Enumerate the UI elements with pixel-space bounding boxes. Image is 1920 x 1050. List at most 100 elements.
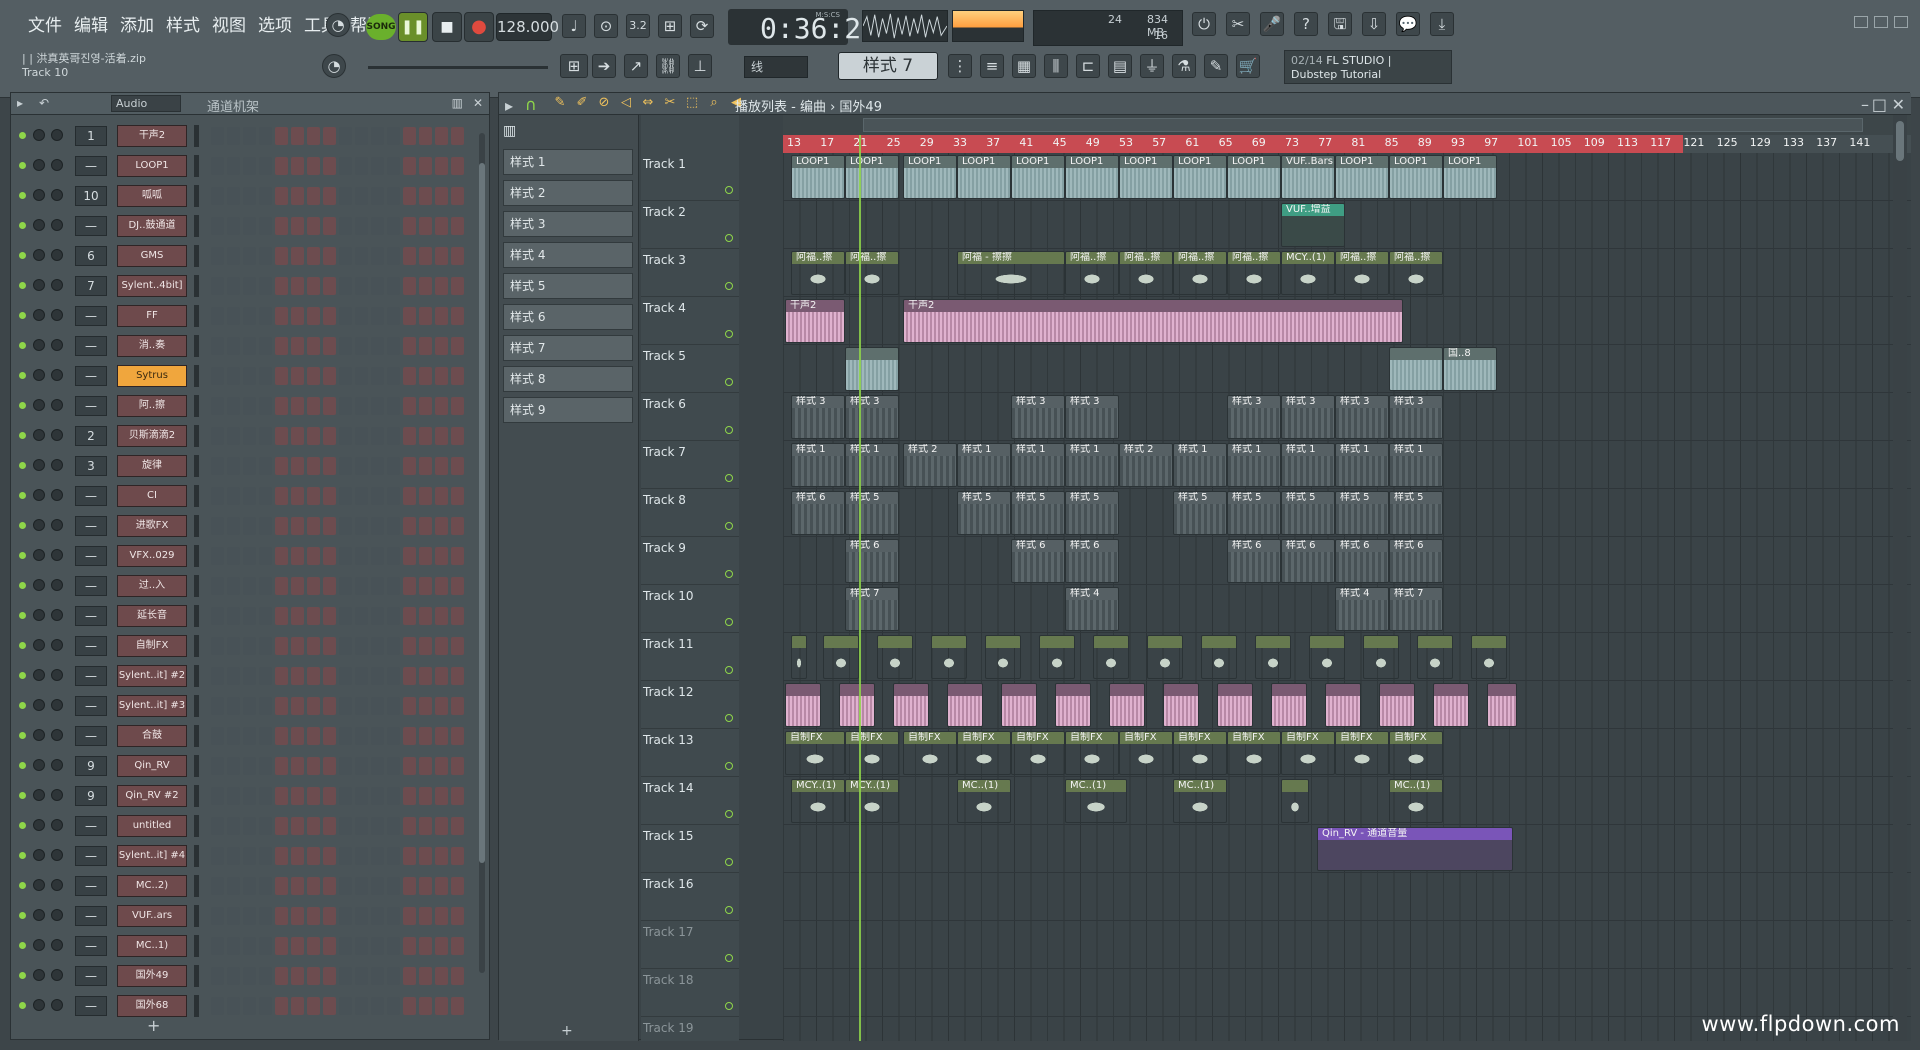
step-button[interactable] xyxy=(211,667,224,685)
step-button[interactable] xyxy=(259,847,272,865)
step-button[interactable] xyxy=(323,427,336,445)
step-button[interactable] xyxy=(371,787,384,805)
step-button[interactable] xyxy=(371,577,384,595)
step-button[interactable] xyxy=(211,127,224,145)
step-button[interactable] xyxy=(227,817,240,835)
step-button[interactable] xyxy=(435,427,448,445)
playlist-clip[interactable]: 样式 3 xyxy=(1335,395,1389,439)
step-button[interactable] xyxy=(451,607,464,625)
channel-select-bar[interactable] xyxy=(194,155,199,177)
step-button[interactable] xyxy=(355,187,368,205)
playlist-clip[interactable]: 样式 5 xyxy=(957,491,1011,535)
step-button[interactable] xyxy=(211,697,224,715)
step-button[interactable] xyxy=(211,307,224,325)
channel-name[interactable]: GMS xyxy=(117,245,187,267)
step-button[interactable] xyxy=(339,487,352,505)
step-button[interactable] xyxy=(387,667,400,685)
step-button[interactable] xyxy=(275,397,288,415)
track-header[interactable]: Track 4 xyxy=(641,297,739,345)
step-button[interactable] xyxy=(387,217,400,235)
step-button[interactable] xyxy=(371,127,384,145)
step-button[interactable] xyxy=(243,367,256,385)
step-button[interactable] xyxy=(259,187,272,205)
channel-name[interactable]: 旋律 xyxy=(117,455,187,477)
step-button[interactable] xyxy=(387,847,400,865)
channel-pan-knob[interactable] xyxy=(33,579,45,591)
step-button[interactable] xyxy=(451,277,464,295)
step-button[interactable] xyxy=(259,547,272,565)
playlist-clip[interactable]: LOOP1 xyxy=(1443,155,1497,199)
step-button[interactable] xyxy=(259,517,272,535)
step-button[interactable] xyxy=(227,787,240,805)
step-button[interactable] xyxy=(339,757,352,775)
step-button[interactable] xyxy=(243,847,256,865)
step-button[interactable] xyxy=(403,787,416,805)
step-button[interactable] xyxy=(259,907,272,925)
step-button[interactable] xyxy=(259,667,272,685)
playlist-clip[interactable]: 国..8 xyxy=(1443,347,1497,391)
track-mute-led[interactable] xyxy=(725,426,733,434)
step-button[interactable] xyxy=(243,277,256,295)
step-button[interactable] xyxy=(451,817,464,835)
step-button[interactable] xyxy=(211,517,224,535)
track-mute-led[interactable] xyxy=(725,762,733,770)
channel-row[interactable]: — CI xyxy=(11,483,481,509)
step-button[interactable] xyxy=(371,547,384,565)
master-volume-knob[interactable]: ◔ xyxy=(326,13,350,37)
playlist-menu-icon[interactable]: ▸ xyxy=(505,96,513,115)
step-button[interactable] xyxy=(211,157,224,175)
microphone-icon[interactable]: 🎤 xyxy=(1260,12,1284,36)
step-button[interactable] xyxy=(435,817,448,835)
step-button[interactable] xyxy=(323,847,336,865)
step-button[interactable] xyxy=(291,457,304,475)
step-button[interactable] xyxy=(451,217,464,235)
channel-name[interactable]: 国外68 xyxy=(117,995,187,1017)
save-icon[interactable]: 🖫 xyxy=(1328,12,1352,36)
playlist-clip[interactable] xyxy=(985,635,1021,679)
song-pattern-toggle[interactable]: SONG xyxy=(366,14,396,40)
channel-volume-knob[interactable] xyxy=(51,639,63,651)
loop-record-icon[interactable]: ⟳ xyxy=(690,14,714,38)
playlist-clip[interactable]: 样式 5 xyxy=(1065,491,1119,535)
step-button[interactable] xyxy=(307,247,320,265)
channel-select-bar[interactable] xyxy=(194,575,199,597)
step-button[interactable] xyxy=(259,457,272,475)
pl-close-icon[interactable]: ✕ xyxy=(1892,95,1905,114)
play-button[interactable]: ❚❚ xyxy=(398,12,428,42)
step-button[interactable] xyxy=(339,607,352,625)
channel-name[interactable]: 阿..擦 xyxy=(117,395,187,417)
channel-led[interactable] xyxy=(19,942,26,949)
playlist-clip[interactable]: MCY..(1) xyxy=(791,779,845,823)
step-button[interactable] xyxy=(339,667,352,685)
step-button[interactable] xyxy=(307,997,320,1015)
track-mute-led[interactable] xyxy=(725,186,733,194)
menu-view[interactable]: 视图 xyxy=(206,14,252,38)
channel-led[interactable] xyxy=(19,762,26,769)
step-button[interactable] xyxy=(371,187,384,205)
step-button[interactable] xyxy=(387,277,400,295)
step-button[interactable] xyxy=(307,397,320,415)
channel-led[interactable] xyxy=(19,642,26,649)
pitch-knob[interactable]: ◔ xyxy=(322,54,346,78)
channel-row[interactable]: — MC..1) xyxy=(11,933,481,959)
step-button[interactable] xyxy=(339,457,352,475)
channel-select-bar[interactable] xyxy=(194,245,199,267)
step-button[interactable] xyxy=(227,487,240,505)
channel-row[interactable]: 6 GMS xyxy=(11,243,481,269)
channel-select-bar[interactable] xyxy=(194,605,199,627)
channel-select-bar[interactable] xyxy=(194,215,199,237)
slide-icon[interactable]: ↗ xyxy=(624,54,648,78)
channel-name[interactable]: 贝斯滴滴2 xyxy=(117,425,187,447)
playlist-clip[interactable]: 样式 6 xyxy=(1065,539,1119,583)
playlist-clip[interactable] xyxy=(785,683,821,727)
step-button[interactable] xyxy=(403,247,416,265)
step-button[interactable] xyxy=(371,727,384,745)
channel-row[interactable]: 2 贝斯滴滴2 xyxy=(11,423,481,449)
channel-volume-knob[interactable] xyxy=(51,759,63,771)
step-button[interactable] xyxy=(323,637,336,655)
piano-roll-icon[interactable]: ⊞ xyxy=(560,54,588,78)
step-button[interactable] xyxy=(419,307,432,325)
playlist-clip[interactable]: 样式 3 xyxy=(791,395,845,439)
track-mute-led[interactable] xyxy=(725,522,733,530)
step-button[interactable] xyxy=(227,727,240,745)
